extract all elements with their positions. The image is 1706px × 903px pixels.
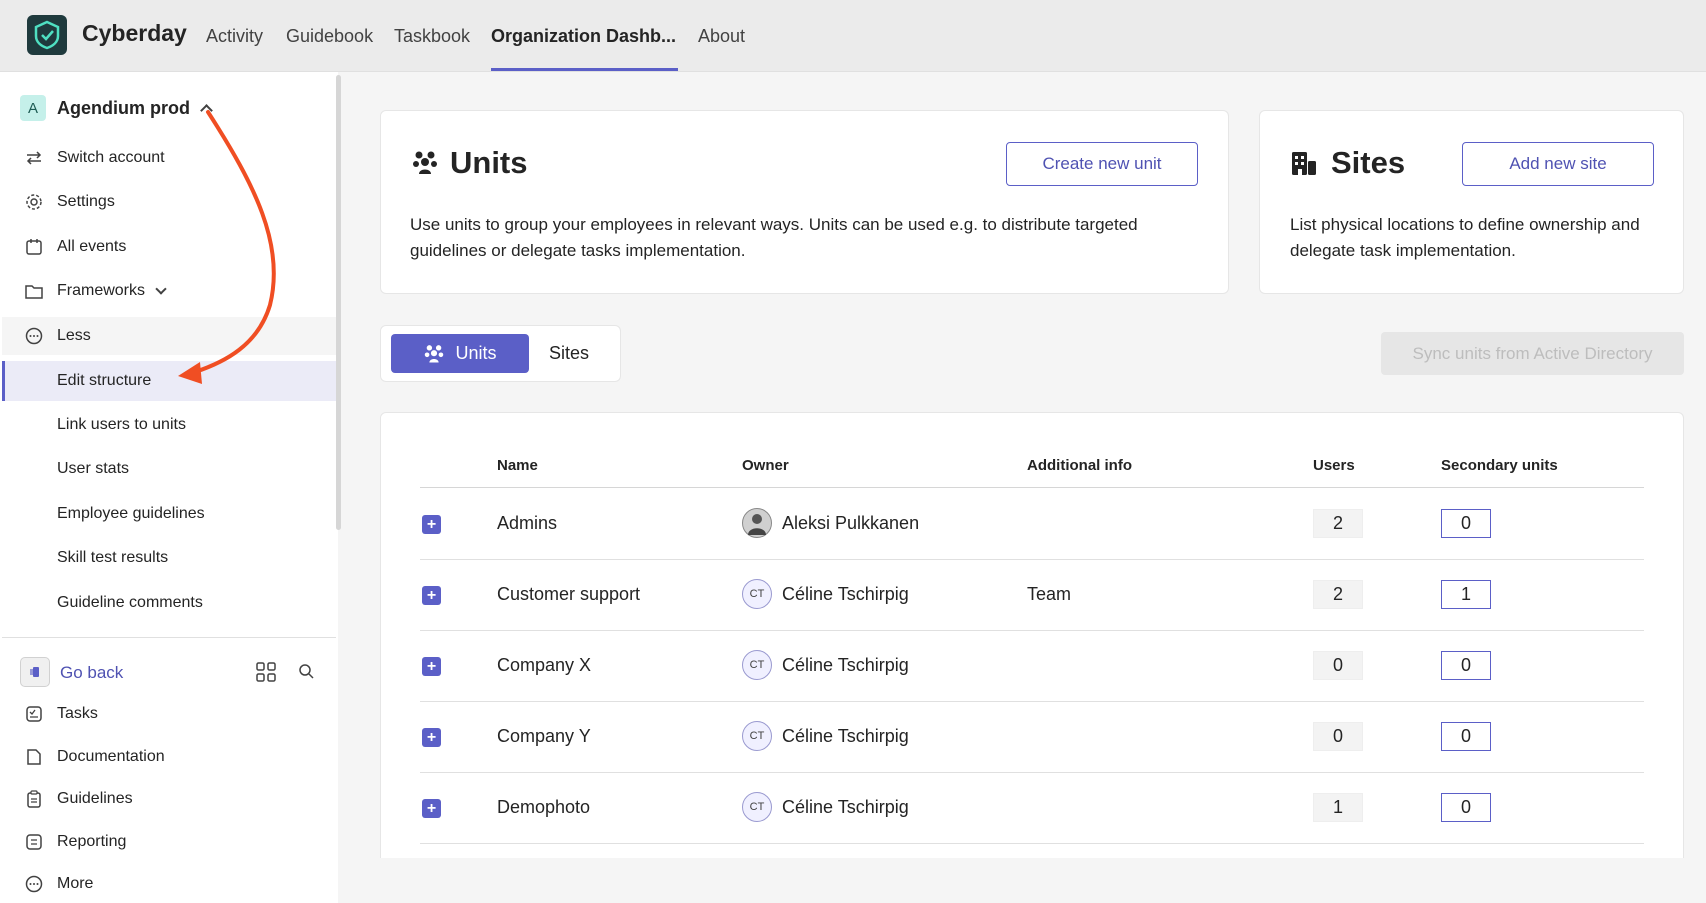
annotation-arrow-icon <box>178 110 276 384</box>
